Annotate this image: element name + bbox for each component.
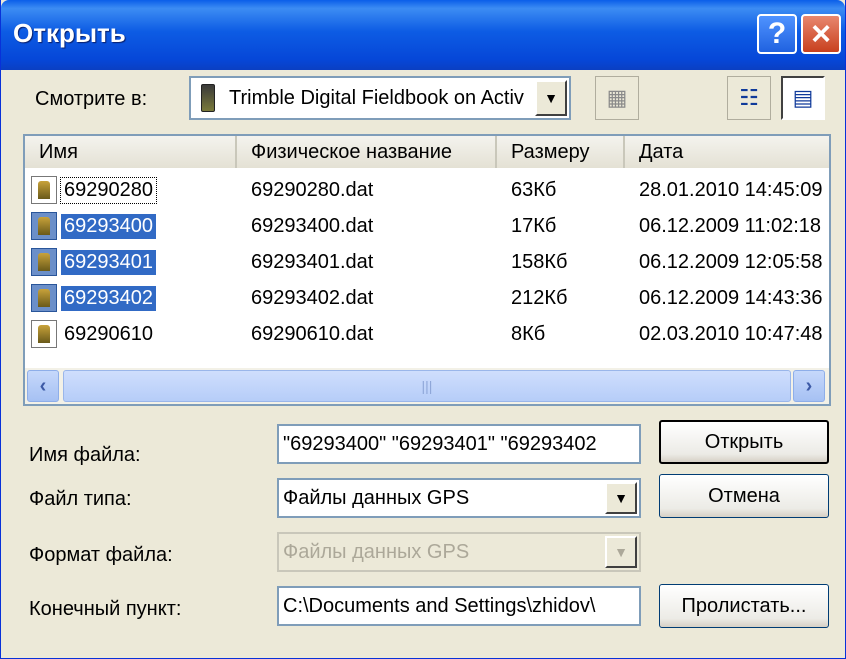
- data-file-icon: [31, 176, 57, 204]
- open-dialog: Открыть ? × Смотрите в: Trimble Digital …: [0, 0, 846, 659]
- window-title: Открыть: [13, 18, 126, 48]
- help-button[interactable]: ?: [757, 14, 797, 54]
- filename-label: Имя файла:: [29, 444, 141, 466]
- file-list[interactable]: Имя Физическое название Размеру Дата 692…: [23, 134, 831, 406]
- horizontal-scrollbar[interactable]: ‹ ||| ›: [25, 368, 829, 404]
- chevron-right-icon: ›: [805, 374, 813, 397]
- file-list-header: Имя Физическое название Размеру Дата: [25, 136, 829, 168]
- destination-label: Конечный пункт:: [29, 598, 182, 620]
- open-button[interactable]: Открыть: [659, 420, 829, 464]
- file-size: 17Кб: [511, 214, 557, 237]
- scroll-left-button[interactable]: ‹: [27, 370, 59, 402]
- data-file-icon: [31, 320, 57, 348]
- file-date: 06.12.2009 14:43:36: [639, 286, 823, 309]
- filetype-label: Файл типа:: [29, 488, 132, 510]
- filetype-select[interactable]: Файлы данных GPS ▼: [277, 478, 641, 518]
- data-file-icon: [31, 284, 57, 312]
- column-size[interactable]: Размеру: [497, 136, 625, 168]
- table-row[interactable]: 69293402 69293402.dat 212Кб 06.12.2009 1…: [25, 280, 829, 316]
- details-view-button[interactable]: ▤: [781, 76, 825, 120]
- title-bar[interactable]: Открыть ? ×: [1, 0, 845, 70]
- browse-button[interactable]: Пролистать...: [659, 584, 829, 628]
- file-name: 69290610: [64, 322, 153, 345]
- chevron-down-icon: ▼: [605, 536, 637, 568]
- file-name: 69293402: [61, 285, 156, 311]
- fileformat-value: Файлы данных GPS: [283, 540, 470, 563]
- help-icon: ?: [767, 17, 787, 50]
- file-physical: 69293402.dat: [251, 286, 374, 309]
- file-date: 02.03.2010 10:47:48: [639, 322, 823, 345]
- column-date[interactable]: Дата: [625, 136, 829, 168]
- fileformat-label: Формат файла:: [29, 544, 173, 566]
- filetype-value: Файлы данных GPS: [283, 486, 470, 509]
- details-view-icon: ▤: [792, 85, 814, 110]
- table-row[interactable]: 69290610 69290610.dat 8Кб 02.03.2010 10:…: [25, 316, 829, 352]
- device-icon: [201, 84, 215, 112]
- scroll-thumb[interactable]: |||: [63, 370, 791, 402]
- file-name: 69293400: [61, 213, 156, 239]
- close-icon: ×: [811, 14, 831, 53]
- up-folder-button[interactable]: ▦: [595, 76, 639, 120]
- file-physical: 69290610.dat: [251, 322, 374, 345]
- folder-up-icon: ▦: [606, 85, 628, 110]
- chevron-left-icon: ‹: [39, 374, 47, 397]
- close-button[interactable]: ×: [801, 14, 841, 54]
- file-physical: 69293400.dat: [251, 214, 374, 237]
- file-size: 63Кб: [511, 178, 557, 201]
- chevron-down-icon[interactable]: ▼: [535, 80, 567, 116]
- grip-icon: |||: [421, 378, 433, 394]
- chevron-down-icon[interactable]: ▼: [605, 482, 637, 514]
- file-date: 06.12.2009 12:05:58: [639, 250, 823, 273]
- data-file-icon: [31, 248, 57, 276]
- column-name[interactable]: Имя: [25, 136, 237, 168]
- file-date: 28.01.2010 14:45:09: [639, 178, 823, 201]
- cancel-button[interactable]: Отмена: [659, 474, 829, 518]
- file-size: 212Кб: [511, 286, 568, 309]
- lookin-combo[interactable]: Trimble Digital Fieldbook on Activ ▼: [189, 76, 571, 120]
- column-physical[interactable]: Физическое название: [237, 136, 497, 168]
- scroll-right-button[interactable]: ›: [793, 370, 825, 402]
- file-physical: 69293401.dat: [251, 250, 374, 273]
- file-date: 06.12.2009 11:02:18: [639, 214, 822, 237]
- table-row[interactable]: 69293400 69293400.dat 17Кб 06.12.2009 11…: [25, 208, 829, 244]
- table-row[interactable]: 69293401 69293401.dat 158Кб 06.12.2009 1…: [25, 244, 829, 280]
- file-size: 158Кб: [511, 250, 568, 273]
- file-size: 8Кб: [511, 322, 546, 345]
- lookin-label: Смотрите в:: [35, 88, 148, 110]
- file-name: 69293401: [61, 249, 156, 275]
- fileformat-select: Файлы данных GPS ▼: [277, 532, 641, 572]
- file-physical: 69290280.dat: [251, 178, 374, 201]
- file-name: 69290280: [60, 176, 157, 204]
- list-view-button[interactable]: ☷: [727, 76, 771, 120]
- table-row[interactable]: 69290280 69290280.dat 63Кб 28.01.2010 14…: [25, 172, 829, 208]
- list-view-icon: ☷: [739, 85, 759, 110]
- destination-input[interactable]: C:\Documents and Settings\zhidov\: [277, 586, 641, 626]
- data-file-icon: [31, 212, 57, 240]
- filename-input[interactable]: "69293400" "69293401" "69293402: [277, 424, 641, 464]
- lookin-value: Trimble Digital Fieldbook on Activ: [229, 86, 524, 109]
